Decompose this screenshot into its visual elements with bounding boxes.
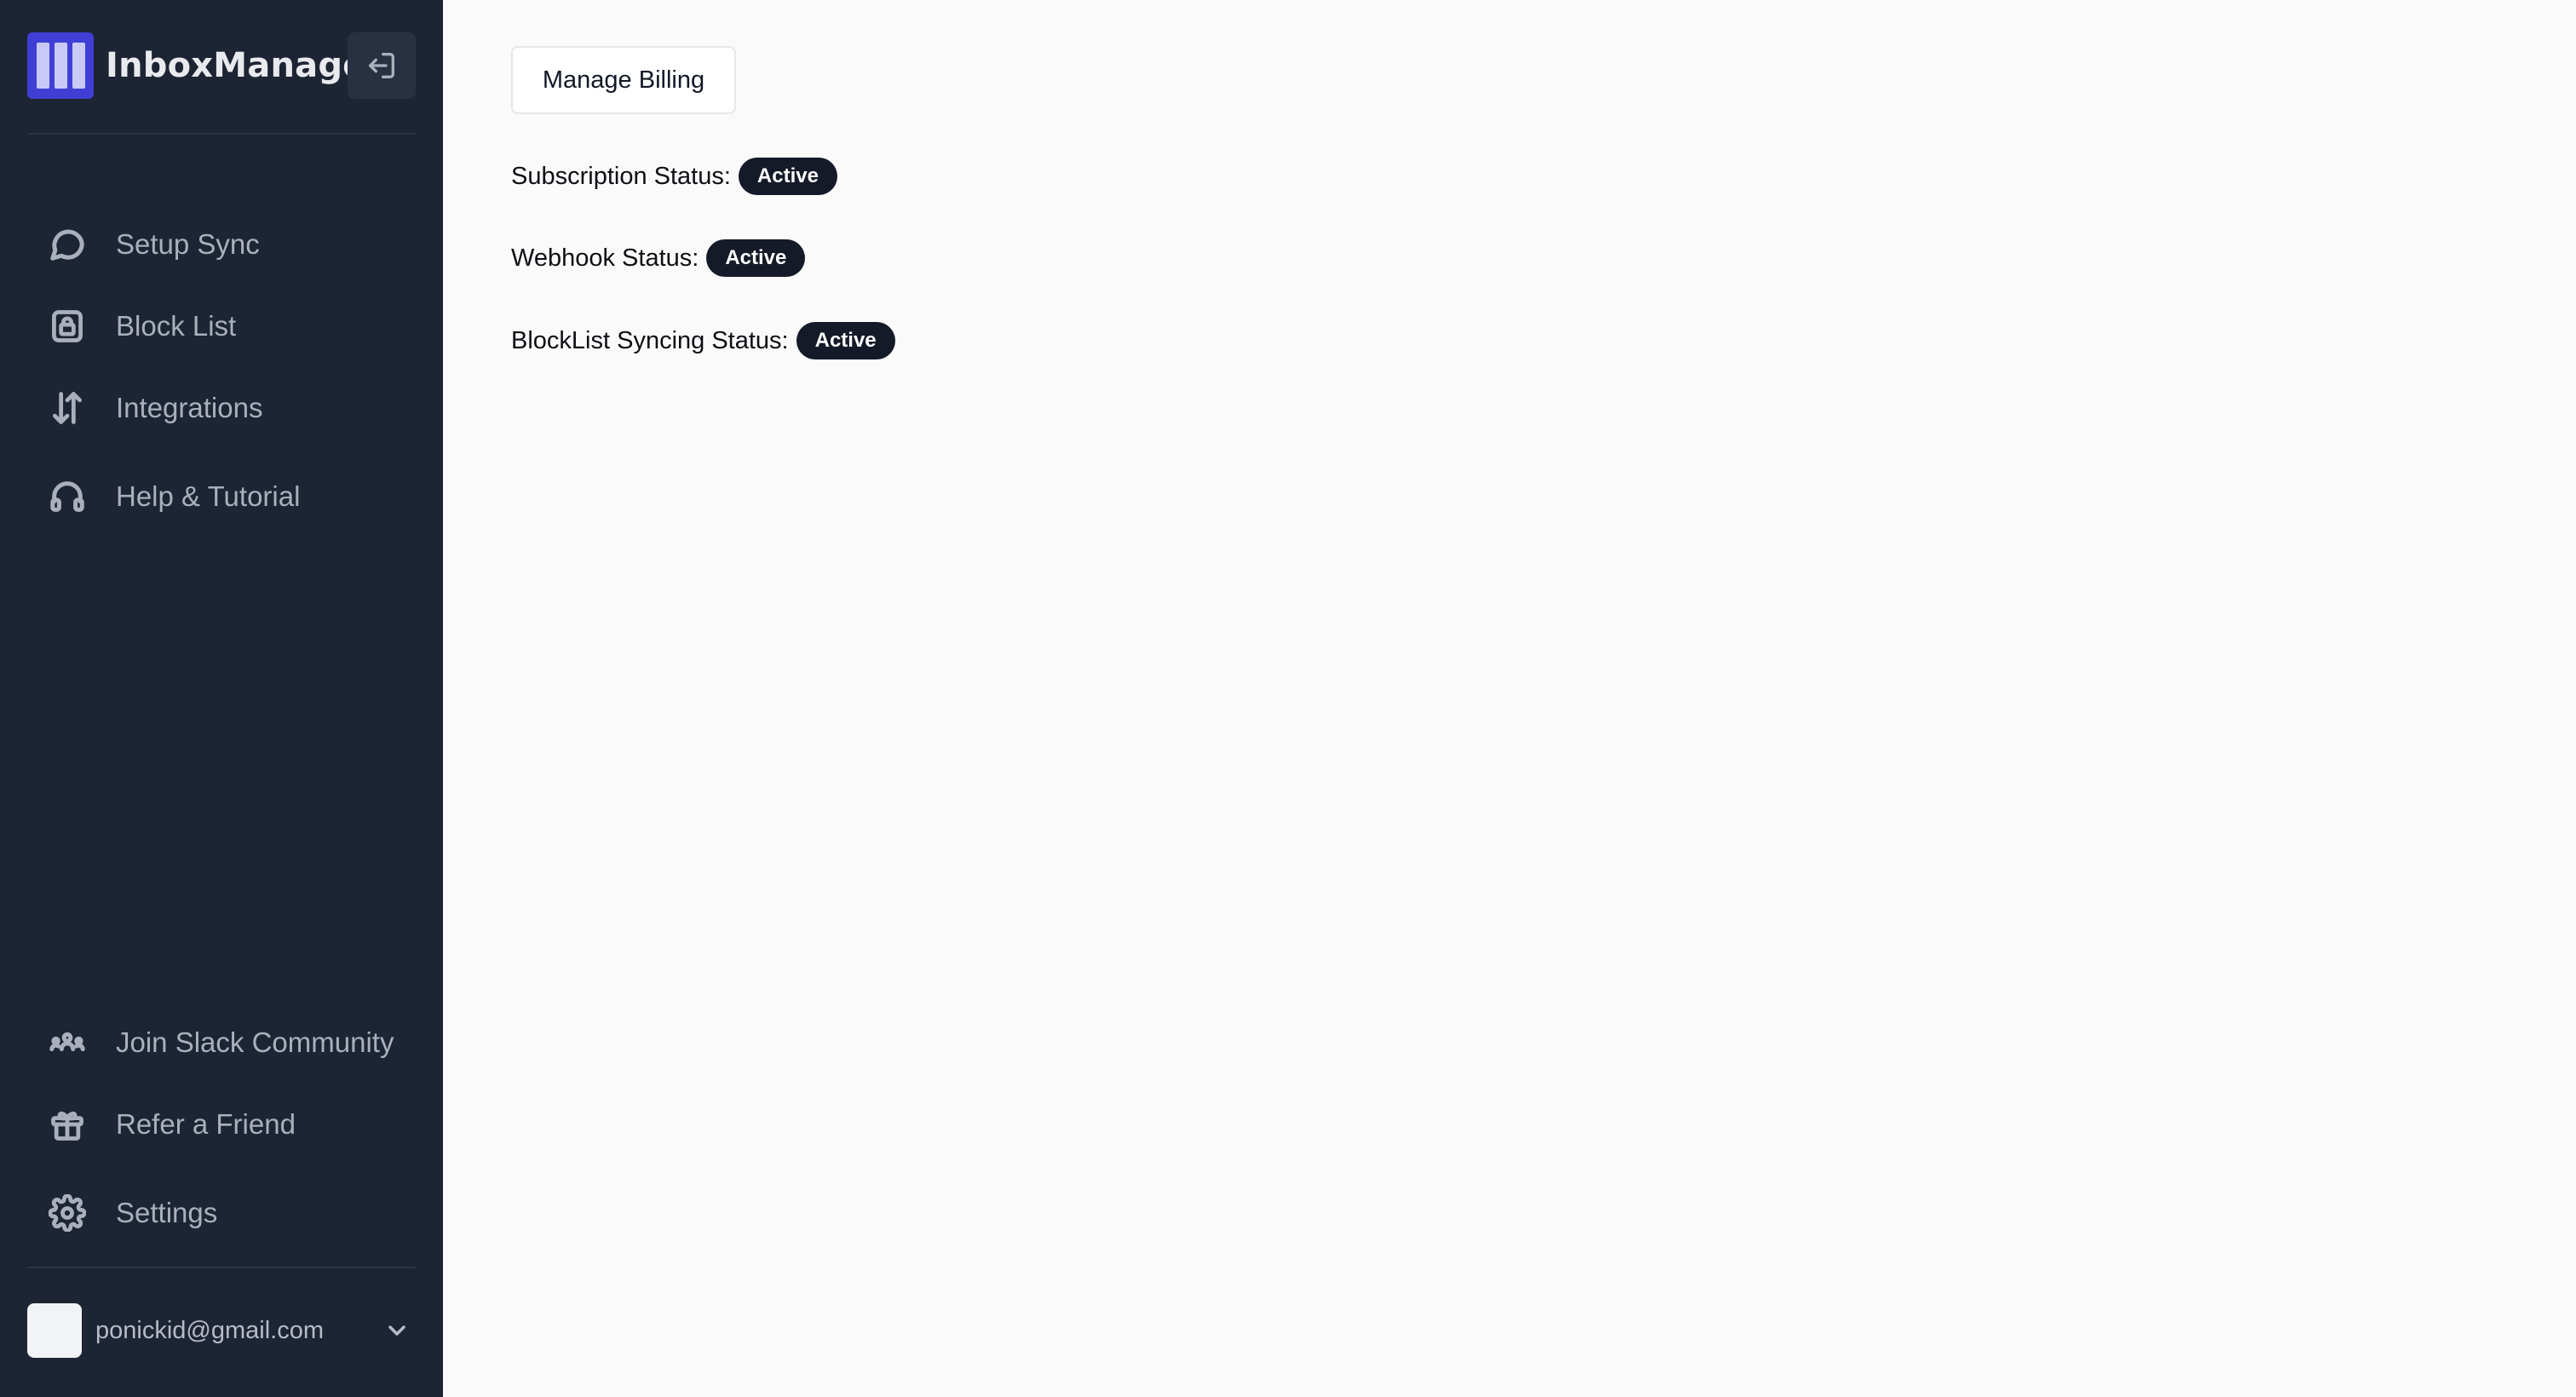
- gift-icon: [46, 1103, 89, 1146]
- subscription-status-row: Subscription Status: Active: [511, 157, 837, 196]
- sidebar-item-label: Integrations: [116, 392, 263, 423]
- sidebar: InboxManager Setup Sync Block List Integ…: [0, 0, 443, 1397]
- webhook-status-row: Webhook Status: Active: [511, 239, 806, 278]
- blocklist-syncing-status-row: BlockList Syncing Status: Active: [511, 321, 895, 360]
- sidebar-item-label: Setup Sync: [116, 228, 260, 260]
- sidebar-item-settings[interactable]: Settings: [46, 1187, 217, 1239]
- sidebar-item-join-slack-community[interactable]: Join Slack Community: [46, 1017, 394, 1068]
- app-window: InboxManager Setup Sync Block List Integ…: [0, 0, 2576, 1397]
- status-badge: Active: [796, 322, 895, 359]
- sidebar-item-refer-a-friend[interactable]: Refer a Friend: [46, 1099, 296, 1150]
- lock-icon: [46, 305, 89, 348]
- status-label: Subscription Status:: [511, 162, 731, 190]
- headset-icon: [46, 475, 89, 518]
- sidebar-item-label: Join Slack Community: [116, 1026, 394, 1058]
- community-icon: [46, 1021, 89, 1064]
- chat-bubble-icon: [46, 223, 89, 266]
- collapse-arrow-icon: [369, 53, 394, 79]
- sidebar-divider-top: [27, 133, 416, 135]
- sidebar-item-label: Block List: [116, 310, 237, 342]
- sidebar-item-setup-sync[interactable]: Setup Sync: [46, 219, 260, 270]
- main-content: Manage Billing Subscription Status: Acti…: [443, 0, 2576, 1397]
- brand[interactable]: InboxManager: [27, 32, 382, 99]
- sidebar-item-integrations[interactable]: Integrations: [46, 382, 262, 434]
- sidebar-item-label: Refer a Friend: [116, 1108, 296, 1140]
- brand-name: InboxManager: [106, 46, 383, 85]
- status-badge: Active: [706, 239, 806, 277]
- avatar: [27, 1303, 82, 1358]
- sidebar-divider-bottom: [27, 1267, 416, 1268]
- chevron-down-icon[interactable]: [383, 1317, 411, 1344]
- sidebar-item-block-list[interactable]: Block List: [46, 301, 236, 352]
- status-label: Webhook Status:: [511, 244, 699, 272]
- sidebar-item-label: Settings: [116, 1197, 218, 1228]
- sidebar-item-help-tutorial[interactable]: Help & Tutorial: [46, 471, 300, 522]
- manage-billing-button[interactable]: Manage Billing: [511, 46, 736, 114]
- sidebar-item-label: Help & Tutorial: [116, 480, 301, 512]
- user-email: ponickid@gmail.com: [95, 1316, 324, 1344]
- status-badge: Active: [738, 158, 837, 195]
- collapse-sidebar-button[interactable]: [348, 32, 416, 99]
- gear-icon: [46, 1192, 89, 1234]
- user-account-menu[interactable]: ponickid@gmail.com: [27, 1303, 416, 1358]
- arrows-up-down-icon: [46, 387, 89, 429]
- status-label: BlockList Syncing Status:: [511, 326, 789, 354]
- inboxmanager-logo-icon: [27, 32, 94, 99]
